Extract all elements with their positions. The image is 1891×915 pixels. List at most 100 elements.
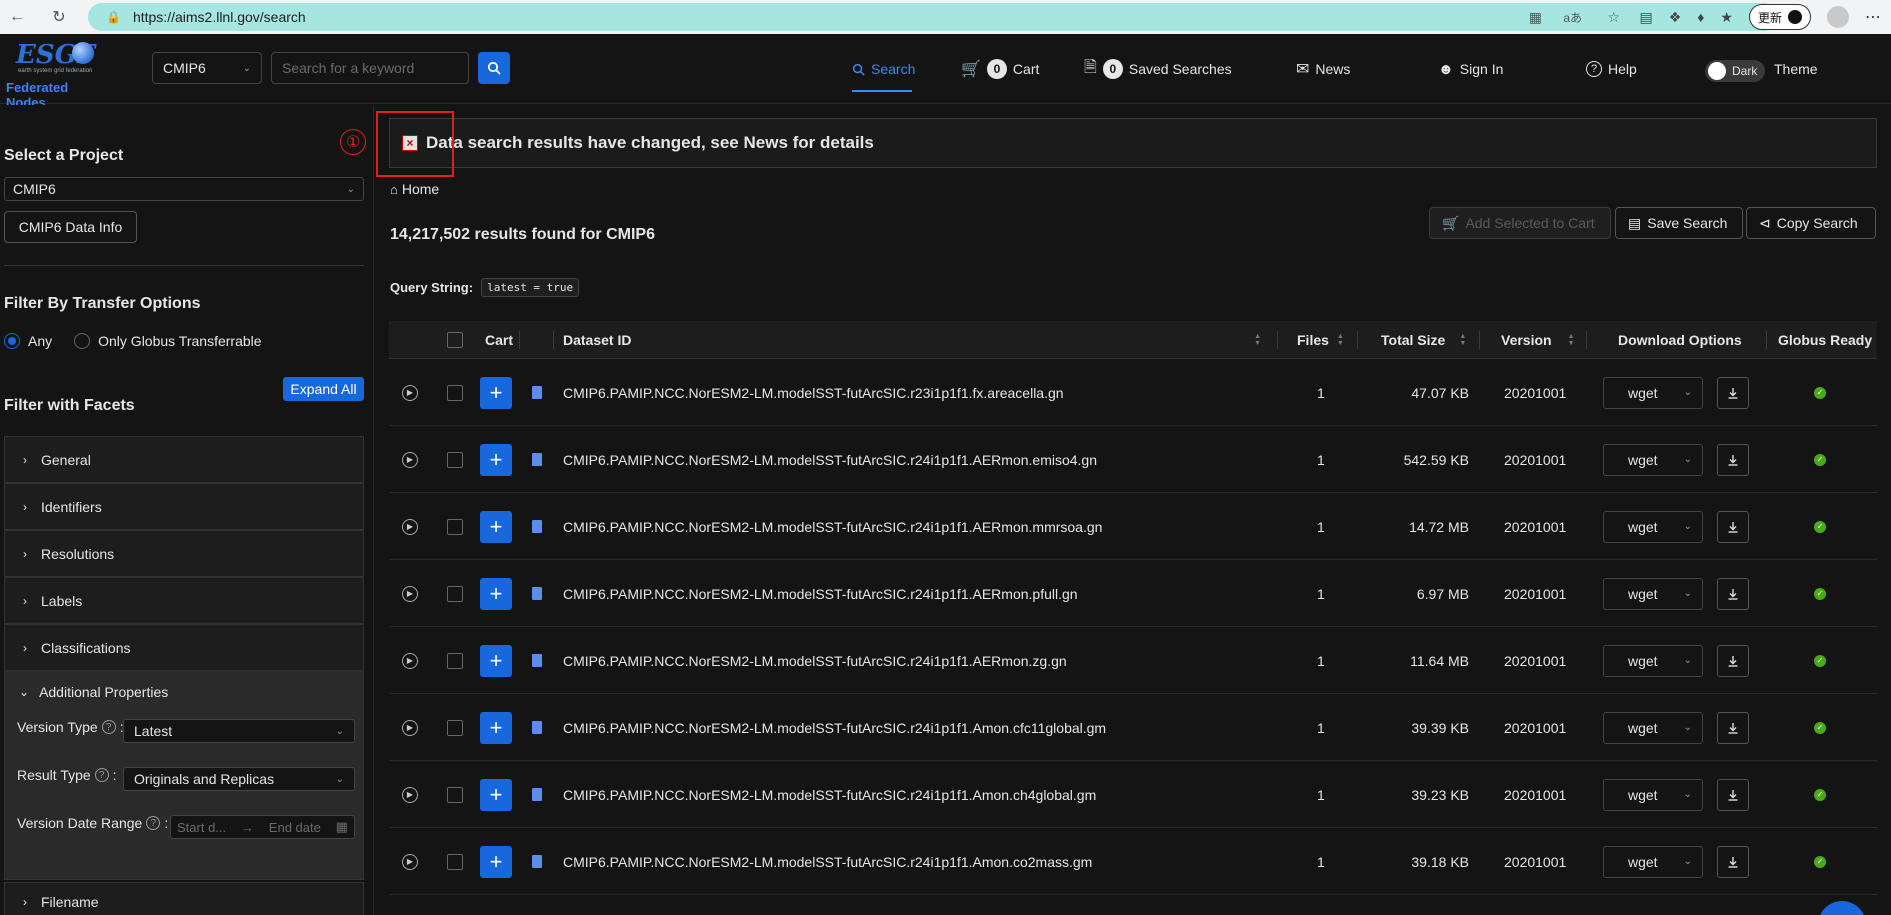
favorite-icon[interactable]: ☆ bbox=[1607, 9, 1620, 26]
profile-avatar[interactable] bbox=[1827, 6, 1849, 28]
search-button[interactable] bbox=[478, 52, 510, 84]
facet-general[interactable]: › General bbox=[4, 436, 364, 483]
puzzle-icon[interactable]: ❖ bbox=[1669, 9, 1682, 26]
add-to-cart-button[interactable]: + bbox=[480, 376, 512, 409]
start-date-input[interactable]: Start d... bbox=[177, 820, 226, 835]
extensions-icon[interactable]: ▦ bbox=[1529, 9, 1542, 26]
add-to-cart-button[interactable]: + bbox=[480, 443, 512, 476]
row-checkbox[interactable] bbox=[447, 451, 463, 468]
download-button[interactable] bbox=[1717, 711, 1749, 744]
row-checkbox[interactable] bbox=[447, 853, 463, 870]
facet-filename[interactable]: › Filename bbox=[4, 882, 364, 915]
add-to-cart-button[interactable]: + bbox=[480, 845, 512, 878]
download-method-select[interactable]: wget ⌄ bbox=[1603, 644, 1703, 677]
back-icon[interactable]: ← bbox=[6, 6, 28, 28]
question-icon[interactable]: ? bbox=[94, 768, 109, 782]
facet-resolutions[interactable]: › Resolutions bbox=[4, 530, 364, 577]
address-bar[interactable]: 🔒 https://aims2.llnl.gov/search ▦ aあ ☆ bbox=[88, 3, 1778, 31]
nav-cart[interactable]: 🛒 0 Cart bbox=[961, 54, 1039, 84]
facet-identifiers[interactable]: › Identifiers bbox=[4, 483, 364, 530]
row-checkbox[interactable] bbox=[447, 652, 463, 669]
row-checkbox[interactable] bbox=[447, 719, 463, 736]
breadcrumb-home[interactable]: ⌂ Home bbox=[390, 181, 439, 197]
add-selected-to-cart-button[interactable]: 🛒 Add Selected to Cart bbox=[1429, 207, 1611, 239]
data-info-button[interactable]: CMIP6 Data Info bbox=[4, 211, 137, 243]
question-icon[interactable]: ? bbox=[146, 816, 161, 830]
download-button[interactable] bbox=[1717, 443, 1749, 476]
download-method-select[interactable]: wget ⌄ bbox=[1603, 845, 1703, 878]
download-button[interactable] bbox=[1717, 845, 1749, 878]
esgf-logo[interactable]: ESGF earth system grid federation Federa… bbox=[6, 40, 106, 110]
expand-row-icon[interactable]: ▶ bbox=[402, 451, 418, 468]
expand-row-icon[interactable]: ▶ bbox=[402, 853, 418, 870]
row-checkbox[interactable] bbox=[447, 585, 463, 602]
download-button[interactable] bbox=[1717, 376, 1749, 409]
select-project-heading: Select a Project bbox=[4, 147, 124, 164]
copy-search-button[interactable]: ⊲ Copy Search bbox=[1746, 207, 1876, 239]
row-checkbox[interactable] bbox=[447, 384, 463, 401]
header-total-size[interactable]: Total Size ▲ ▼ bbox=[1381, 321, 1466, 359]
question-icon[interactable]: ? bbox=[101, 720, 116, 734]
download-button[interactable] bbox=[1717, 644, 1749, 677]
expand-row-icon[interactable]: ▶ bbox=[402, 384, 418, 401]
add-to-cart-button[interactable]: + bbox=[480, 711, 512, 744]
nav-news[interactable]: ✉ News bbox=[1296, 54, 1350, 84]
sort-icon[interactable]: ▲ ▼ bbox=[1459, 333, 1466, 347]
sidebar-project-select[interactable]: CMIP6 ⌄ bbox=[4, 177, 364, 201]
additional-properties-header[interactable]: ⌄ Additional Properties bbox=[5, 671, 363, 713]
add-to-cart-button[interactable]: + bbox=[480, 510, 512, 543]
download-method-select[interactable]: wget ⌄ bbox=[1603, 510, 1703, 543]
collections-icon[interactable]: ♦ bbox=[1697, 9, 1704, 25]
header-version[interactable]: Version ▲ ▼ bbox=[1501, 321, 1575, 359]
download-method-select[interactable]: wget ⌄ bbox=[1603, 778, 1703, 811]
nav-sign-in[interactable]: ☻ Sign In bbox=[1438, 54, 1503, 84]
expand-all-button[interactable]: Expand All bbox=[283, 377, 364, 401]
reading-icon[interactable]: ▤ bbox=[1639, 9, 1652, 26]
end-date-input[interactable]: End date bbox=[269, 820, 321, 835]
save-search-button[interactable]: ▤ Save Search bbox=[1615, 207, 1743, 239]
download-button[interactable] bbox=[1717, 510, 1749, 543]
facet-classifications[interactable]: › Classifications bbox=[4, 624, 364, 671]
header-files[interactable]: Files ▲ ▼ bbox=[1297, 321, 1344, 359]
add-to-cart-button[interactable]: + bbox=[480, 778, 512, 811]
favorites-bar-icon[interactable]: ★ bbox=[1720, 9, 1733, 26]
result-type-select[interactable]: Originals and Replicas ⌄ bbox=[123, 767, 355, 791]
sort-icon[interactable]: ▲ ▼ bbox=[1568, 333, 1575, 347]
translate-icon[interactable]: aあ bbox=[1563, 9, 1582, 26]
select-all-checkbox[interactable] bbox=[447, 332, 463, 348]
download-method-select[interactable]: wget ⌄ bbox=[1603, 711, 1703, 744]
sort-icon[interactable]: ▲ ▼ bbox=[1254, 333, 1261, 347]
radio-globus[interactable] bbox=[74, 333, 91, 349]
version-type-select[interactable]: Latest ⌄ bbox=[123, 719, 355, 743]
sort-icon[interactable]: ▲ ▼ bbox=[1337, 333, 1344, 347]
nav-saved-searches[interactable]: 🗎 0 Saved Searches bbox=[1084, 54, 1232, 84]
search-input[interactable] bbox=[271, 52, 469, 84]
row-checkbox[interactable] bbox=[447, 786, 463, 803]
expand-row-icon[interactable]: ▶ bbox=[402, 786, 418, 803]
download-button[interactable] bbox=[1717, 577, 1749, 610]
theme-toggle[interactable]: Dark bbox=[1705, 60, 1765, 82]
download-method-select[interactable]: wget ⌄ bbox=[1603, 577, 1703, 610]
expand-row-icon[interactable]: ▶ bbox=[402, 585, 418, 602]
expand-row-icon[interactable]: ▶ bbox=[402, 652, 418, 669]
reload-icon[interactable]: ↻ bbox=[48, 6, 70, 28]
radio-any[interactable] bbox=[4, 333, 20, 349]
floating-action-button[interactable] bbox=[1818, 901, 1866, 915]
add-to-cart-button[interactable]: + bbox=[480, 577, 512, 610]
expand-row-icon[interactable]: ▶ bbox=[402, 719, 418, 736]
project-select[interactable]: CMIP6 ⌄ bbox=[152, 52, 262, 84]
check-circle-icon: ✓ bbox=[1814, 721, 1826, 734]
version-date-range[interactable]: Start d... → End date ▦ bbox=[170, 815, 355, 839]
facet-labels[interactable]: › Labels bbox=[4, 577, 364, 624]
nav-search[interactable]: Search bbox=[852, 54, 915, 84]
expand-row-icon[interactable]: ▶ bbox=[402, 518, 418, 535]
add-to-cart-button[interactable]: + bbox=[480, 644, 512, 677]
header-dataset-id[interactable]: Dataset ID ▲ ▼ bbox=[563, 321, 1261, 359]
update-button[interactable]: 更新 bbox=[1748, 4, 1811, 30]
nav-help[interactable]: ? Help bbox=[1586, 54, 1637, 84]
download-method-select[interactable]: wget ⌄ bbox=[1603, 376, 1703, 409]
download-method-select[interactable]: wget ⌄ bbox=[1603, 443, 1703, 476]
row-checkbox[interactable] bbox=[447, 518, 463, 535]
more-icon[interactable]: ⋯ bbox=[1865, 7, 1881, 27]
download-button[interactable] bbox=[1717, 778, 1749, 811]
